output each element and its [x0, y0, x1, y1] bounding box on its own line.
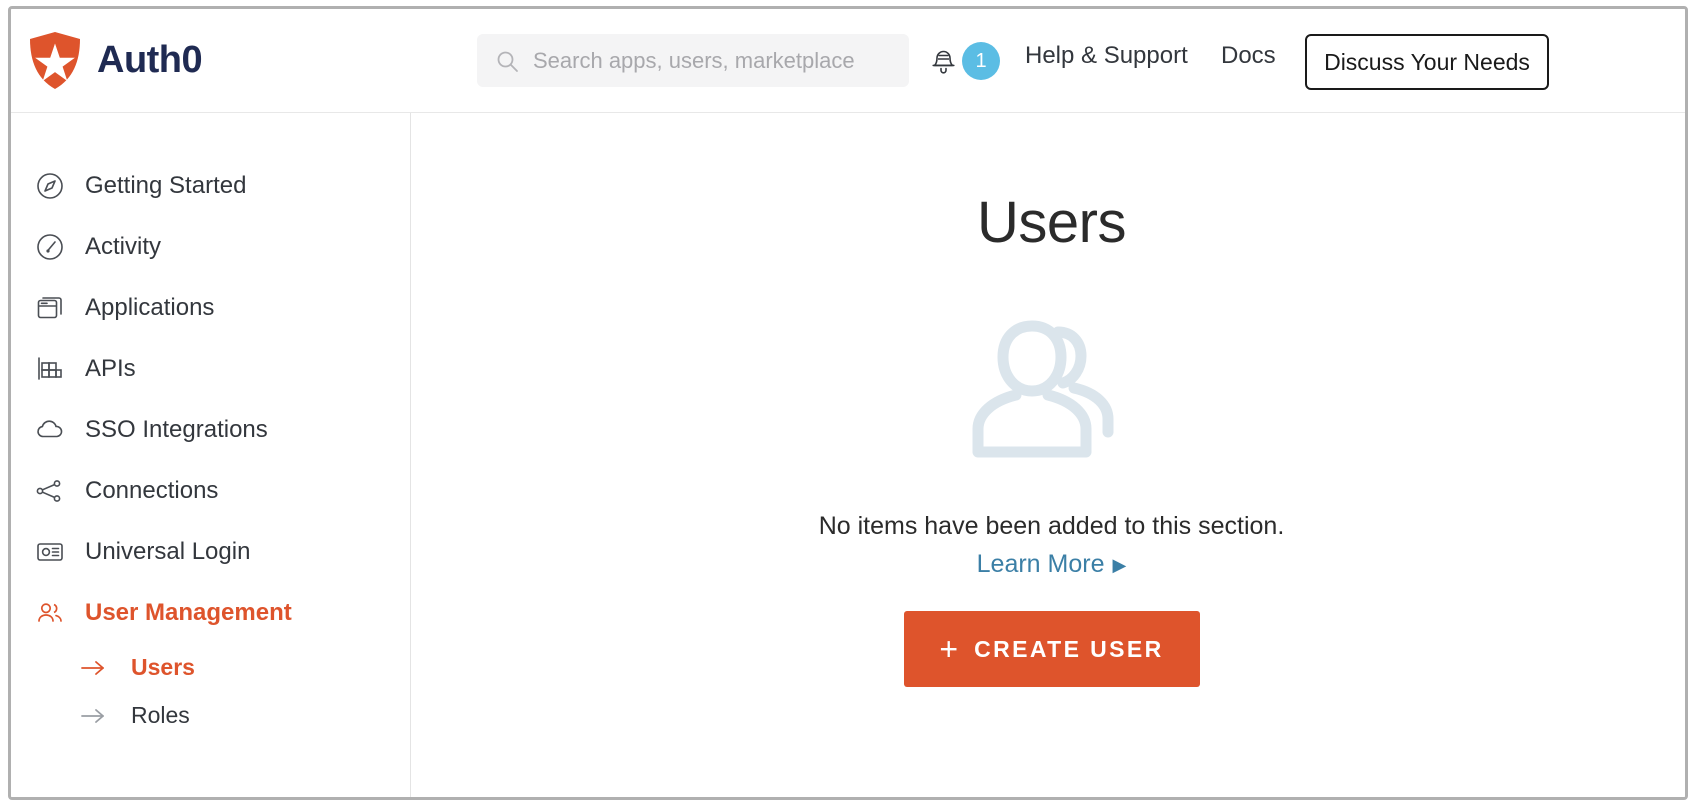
sidebar-item-universal-login[interactable]: Universal Login — [11, 521, 410, 582]
learn-more-label: Learn More — [976, 550, 1105, 578]
sidebar-item-getting-started[interactable]: Getting Started — [11, 155, 410, 216]
plus-icon: + — [939, 630, 959, 667]
users-silhouette-illustration — [972, 320, 1113, 458]
notifications-button[interactable]: 1 — [931, 42, 1000, 80]
help-and-support-link[interactable]: Help & Support — [1025, 42, 1188, 70]
docs-link[interactable]: Docs — [1221, 42, 1276, 70]
sidebar-item-user-management[interactable]: User Management — [11, 582, 410, 643]
search-placeholder: Search apps, users, marketplace — [533, 47, 855, 73]
main-content: Users No items have been added to this s… — [412, 113, 1685, 797]
share-nodes-icon — [35, 476, 65, 506]
arrow-right-icon — [79, 705, 109, 725]
sidebar-item-label: Applications — [85, 293, 215, 321]
app-window: Auth0 Search apps, users, marketplace 1 … — [8, 6, 1688, 800]
search-icon — [497, 51, 518, 72]
bell-icon — [932, 50, 955, 74]
discuss-your-needs-button[interactable]: Discuss Your Needs — [1305, 34, 1549, 90]
notification-count-badge: 1 — [962, 42, 1000, 80]
learn-more-link[interactable]: Learn More ▶ — [977, 550, 1127, 579]
create-user-label: CREATE USER — [974, 635, 1164, 662]
users-icon — [35, 598, 65, 628]
search-input[interactable]: Search apps, users, marketplace — [477, 34, 909, 87]
sidebar-item-apis[interactable]: APIs — [11, 338, 410, 399]
sidebar-item-label: Connections — [85, 476, 219, 504]
arrow-right-icon — [79, 657, 109, 677]
sidebar-item-label: Getting Started — [85, 171, 247, 199]
page-title: Users — [977, 190, 1126, 255]
sidebar-item-activity[interactable]: Activity — [11, 216, 410, 277]
auth0-shield-star-logo — [30, 31, 80, 89]
sidebar-item-applications[interactable]: Applications — [11, 277, 410, 338]
sidebar-subitem-label: Roles — [131, 701, 190, 728]
create-user-button[interactable]: + CREATE USER — [903, 611, 1200, 687]
gauge-icon — [35, 232, 65, 262]
id-card-icon — [35, 537, 65, 567]
sidebar-subitem-roles[interactable]: Roles — [11, 691, 410, 739]
empty-state-message: No items have been added to this section… — [818, 512, 1285, 540]
sidebar-subitem-users[interactable]: Users — [11, 643, 410, 691]
windows-stack-icon — [35, 293, 65, 323]
sidebar-nav: Getting Started Activity Applications AP… — [11, 113, 411, 797]
sidebar-item-label: SSO Integrations — [85, 415, 268, 443]
caret-right-icon: ▶ — [1112, 554, 1127, 575]
compass-icon — [35, 171, 65, 201]
sidebar-item-label: User Management — [85, 598, 292, 626]
brand-name: Auth0 — [97, 39, 203, 81]
cloud-icon — [35, 415, 65, 445]
top-header: Auth0 Search apps, users, marketplace 1 … — [11, 9, 1685, 113]
sidebar-item-label: APIs — [85, 354, 136, 382]
sidebar-subitem-label: Users — [131, 653, 195, 680]
bar-blocks-icon — [35, 354, 65, 384]
brand-logo-link[interactable]: Auth0 — [27, 31, 203, 91]
sidebar-item-connections[interactable]: Connections — [11, 460, 410, 521]
sidebar-item-label: Universal Login — [85, 537, 251, 565]
sidebar-item-label: Activity — [85, 232, 162, 260]
sidebar-item-sso-integrations[interactable]: SSO Integrations — [11, 399, 410, 460]
